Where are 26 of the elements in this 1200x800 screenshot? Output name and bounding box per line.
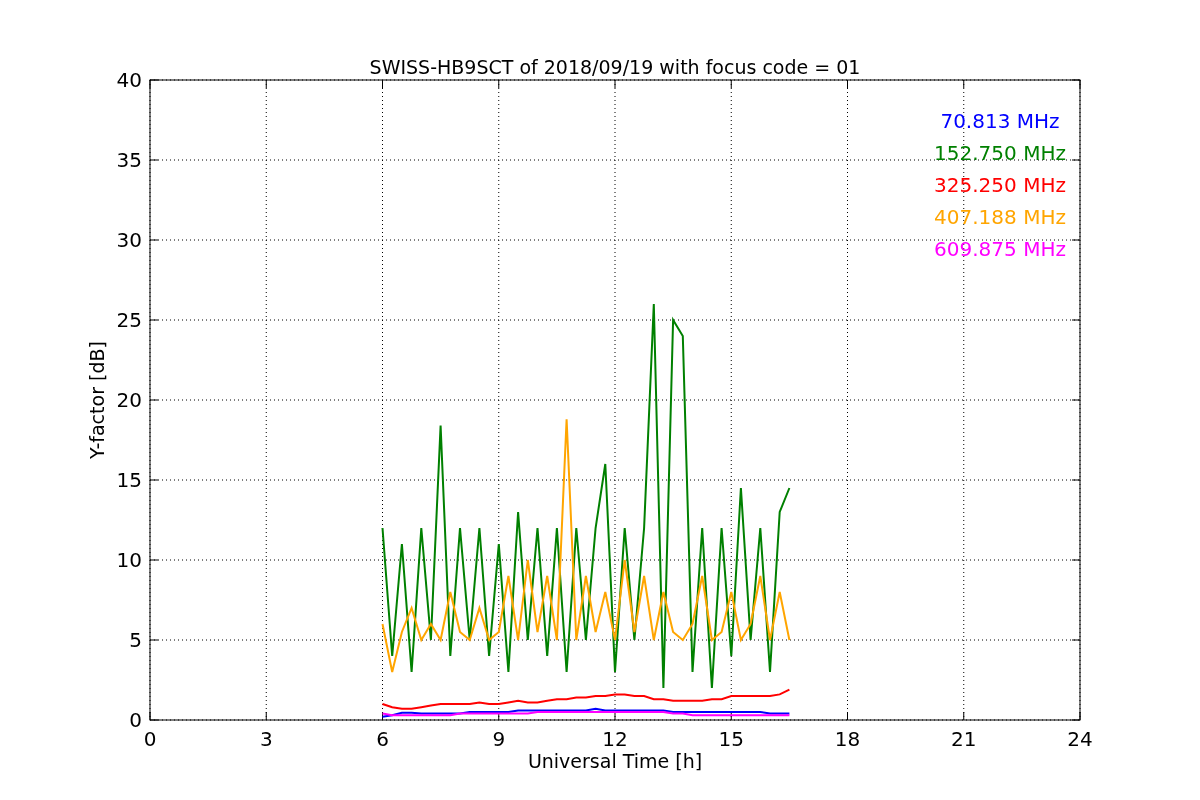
chart-title: SWISS-HB9SCT of 2018/09/19 with focus code = 01 [369,56,861,78]
y-axis-title: Y-factor [dB] [86,341,108,459]
x-tick-label: 18 [834,727,861,751]
x-tick-label: 3 [259,727,273,751]
x-tick-label: 21 [951,727,977,751]
y-tick-label: 40 [116,68,142,92]
y-tick-label: 5 [129,628,142,652]
y-tick-label: 10 [116,548,142,572]
legend-label: 325.250 MHz [934,173,1066,197]
legend-label: 152.750 MHz [934,141,1066,165]
x-tick-label: 24 [1067,727,1093,751]
x-tick-label: 9 [492,727,506,751]
y-tick-label: 15 [116,468,142,492]
x-tick-label: 6 [376,727,389,751]
y-tick-label: 0 [129,708,142,732]
x-axis-title: Universal Time [h] [527,750,703,772]
legend-label: 70.813 MHz [940,109,1060,133]
legend-label: 407.188 MHz [934,205,1066,229]
y-tick-label: 20 [116,388,142,412]
legend-label: 609.875 MHz [934,237,1066,261]
x-tick-label: 12 [602,727,628,751]
x-tick-label: 15 [718,727,744,751]
y-tick-label: 35 [116,148,142,172]
x-tick-label: 0 [143,727,157,751]
y-tick-label: 25 [116,308,142,332]
y-tick-label: 30 [116,228,142,252]
